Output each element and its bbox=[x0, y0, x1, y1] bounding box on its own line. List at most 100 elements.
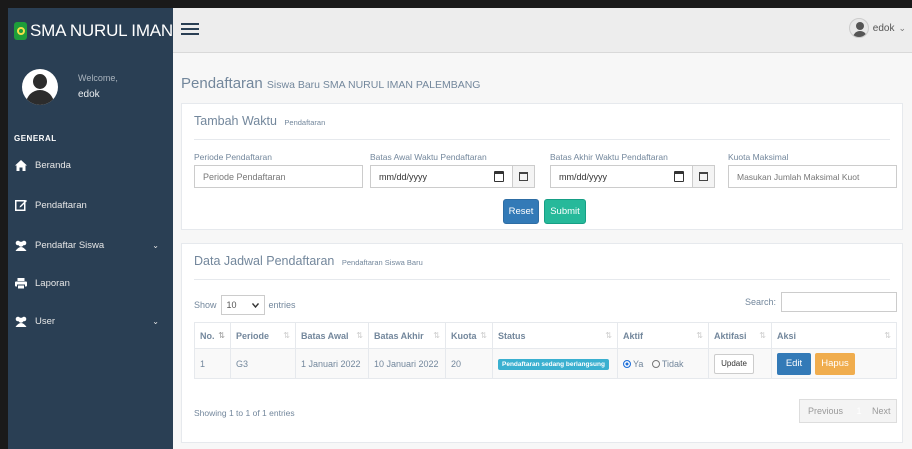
sidebar-item-user[interactable]: User ⌄ bbox=[8, 310, 173, 332]
entries-select[interactable]: 10 bbox=[220, 295, 265, 315]
batas-akhir-calendar-addon[interactable] bbox=[693, 165, 715, 188]
column-header-aktifasi[interactable]: Aktifasi ⇅ bbox=[708, 322, 772, 349]
column-header-periode[interactable]: Periode ⇅ bbox=[230, 322, 296, 349]
brand[interactable]: SMA NURUL IMAN bbox=[8, 8, 173, 53]
cell-batas-awal: 1 Januari 2022 bbox=[295, 348, 369, 379]
batas-awal-calendar-addon[interactable] bbox=[513, 165, 535, 188]
avatar bbox=[22, 69, 58, 105]
menu-toggle-icon[interactable] bbox=[181, 20, 199, 38]
sidebar-item-beranda[interactable]: Beranda bbox=[8, 154, 173, 176]
kuota-input[interactable]: Masukan Jumlah Maksimal Kuot bbox=[728, 165, 897, 188]
table-header-row: No. ⇅ Periode ⇅ Batas Awal ⇅ Batas Akhir ⇅ K… bbox=[194, 322, 897, 349]
column-header-batas-akhir[interactable]: Batas Akhir ⇅ bbox=[368, 322, 446, 349]
home-icon bbox=[14, 159, 28, 171]
cell-status: Pendaftaran sedang berlangsung bbox=[492, 348, 618, 379]
form-panel: Tambah Waktu Pendaftaran Periode Pendaft… bbox=[181, 103, 903, 230]
calendar-icon[interactable] bbox=[494, 171, 504, 182]
sort-icon: ⇅ bbox=[759, 331, 766, 340]
user-menu[interactable]: edok ⌄ bbox=[848, 18, 906, 38]
column-header-status[interactable]: Status ⇅ bbox=[492, 322, 618, 349]
sidebar-item-laporan[interactable]: Laporan bbox=[8, 272, 173, 294]
show-label: Show bbox=[194, 300, 217, 310]
pagination: Previous 1 Next bbox=[799, 399, 897, 423]
profile-name: edok bbox=[78, 89, 100, 100]
search-input[interactable] bbox=[781, 292, 897, 312]
previous-button[interactable]: Previous bbox=[800, 406, 852, 416]
edit-icon bbox=[14, 199, 28, 211]
submit-button[interactable]: Submit bbox=[544, 199, 586, 224]
reset-button[interactable]: Reset bbox=[503, 199, 539, 224]
profile: Welcome, edok bbox=[16, 61, 166, 121]
sidebar-item-label: Laporan bbox=[35, 277, 70, 289]
sort-icon: ⇅ bbox=[433, 331, 440, 340]
calendar-icon[interactable] bbox=[674, 171, 684, 182]
column-label: Aksi bbox=[777, 330, 797, 341]
panel-subtitle: Pendaftaran Siswa Baru bbox=[341, 258, 423, 267]
column-header-no[interactable]: No. ⇅ bbox=[194, 322, 231, 349]
section-title: GENERAL bbox=[14, 134, 57, 143]
date-value: mm/dd/yyyy bbox=[559, 171, 608, 182]
batas-akhir-label: Batas Akhir Waktu Pendaftaran bbox=[550, 152, 668, 162]
print-icon bbox=[14, 277, 28, 289]
divider bbox=[194, 279, 890, 280]
panel-title: Tambah Waktu Pendaftaran bbox=[194, 114, 325, 128]
sidebar-item-pendaftar-siswa[interactable]: Pendaftar Siswa ⌄ bbox=[8, 234, 173, 256]
radio-label: Tidak bbox=[661, 358, 684, 369]
column-header-kuota[interactable]: Kuota ⇅ bbox=[445, 322, 493, 349]
sort-asc-icon: ⇅ bbox=[218, 331, 225, 340]
sidebar-item-label: Beranda bbox=[35, 159, 71, 171]
aktif-tidak-radio[interactable] bbox=[651, 359, 660, 368]
chevron-down-icon: ⌄ bbox=[152, 240, 159, 250]
aktif-ya-radio[interactable] bbox=[623, 359, 631, 368]
panel-title-main: Data Jadwal Pendaftaran bbox=[194, 254, 335, 268]
school-logo-icon bbox=[14, 21, 28, 40]
column-header-aktif[interactable]: Aktif ⇅ bbox=[617, 322, 709, 349]
cell-aktifasi: Update bbox=[708, 348, 772, 379]
panel-subtitle: Pendaftaran bbox=[284, 118, 326, 127]
periode-label: Periode Pendaftaran bbox=[194, 152, 272, 162]
column-label: Kuota bbox=[451, 330, 477, 341]
page-title-main: Pendaftaran bbox=[181, 75, 263, 92]
radio-label: Ya bbox=[633, 358, 644, 369]
batas-awal-label: Batas Awal Waktu Pendaftaran bbox=[370, 152, 487, 162]
table-row: 1 G3 1 Januari 2022 10 Januari 2022 20 P… bbox=[194, 348, 897, 379]
edit-button[interactable]: Edit bbox=[777, 352, 811, 375]
welcome-text: Welcome, bbox=[78, 73, 118, 83]
page-1-button[interactable]: 1 bbox=[852, 406, 866, 416]
column-header-batas-awal[interactable]: Batas Awal ⇅ bbox=[295, 322, 369, 349]
delete-button[interactable]: Hapus bbox=[815, 352, 855, 375]
periode-input[interactable]: Periode Pendaftaran bbox=[194, 165, 363, 188]
column-label: Batas Awal bbox=[301, 330, 349, 341]
cell-aksi: Edit Hapus bbox=[771, 348, 897, 379]
sidebar-item-label: Pendaftar Siswa bbox=[35, 239, 105, 251]
next-button[interactable]: Next bbox=[866, 406, 891, 416]
sort-icon: ⇅ bbox=[480, 331, 487, 340]
brand-title: SMA NURUL IMAN bbox=[30, 20, 173, 40]
table-panel: Data Jadwal Pendaftaran Pendaftaran Sisw… bbox=[181, 243, 903, 443]
sidebar-item-label: Pendaftaran bbox=[35, 199, 87, 211]
sidebar-item-label: User bbox=[35, 315, 56, 327]
sort-icon: ⇅ bbox=[356, 331, 363, 340]
cell-aktif: Ya Tidak bbox=[617, 348, 709, 379]
column-header-aksi[interactable]: Aksi ⇅ bbox=[771, 322, 897, 349]
panel-title-main: Tambah Waktu bbox=[194, 114, 277, 128]
cell-batas-akhir: 10 Januari 2022 bbox=[368, 348, 446, 379]
users-icon bbox=[14, 239, 28, 251]
batas-akhir-date-input[interactable]: mm/dd/yyyy bbox=[550, 165, 693, 188]
column-label: No. bbox=[200, 330, 215, 341]
column-label: Aktifasi bbox=[714, 330, 747, 341]
user-avatar-icon bbox=[848, 18, 869, 38]
sidebar-item-pendaftaran[interactable]: Pendaftaran bbox=[8, 194, 173, 216]
kuota-label: Kuota Maksimal bbox=[728, 152, 789, 162]
batas-awal-date-input[interactable]: mm/dd/yyyy bbox=[370, 165, 513, 188]
cell-no: 1 bbox=[194, 348, 231, 379]
sort-icon: ⇅ bbox=[283, 331, 290, 340]
schedule-table: No. ⇅ Periode ⇅ Batas Awal ⇅ Batas Akhir ⇅ K… bbox=[194, 322, 897, 379]
update-button[interactable]: Update bbox=[714, 353, 754, 374]
divider bbox=[194, 139, 890, 140]
column-label: Batas Akhir bbox=[374, 330, 424, 341]
status-badge: Pendaftaran sedang berlangsung bbox=[498, 358, 609, 370]
top-navbar: SMA NURUL IMAN edok ⌄ bbox=[8, 8, 912, 53]
cell-periode: G3 bbox=[230, 348, 296, 379]
chevron-down-icon bbox=[251, 302, 259, 308]
